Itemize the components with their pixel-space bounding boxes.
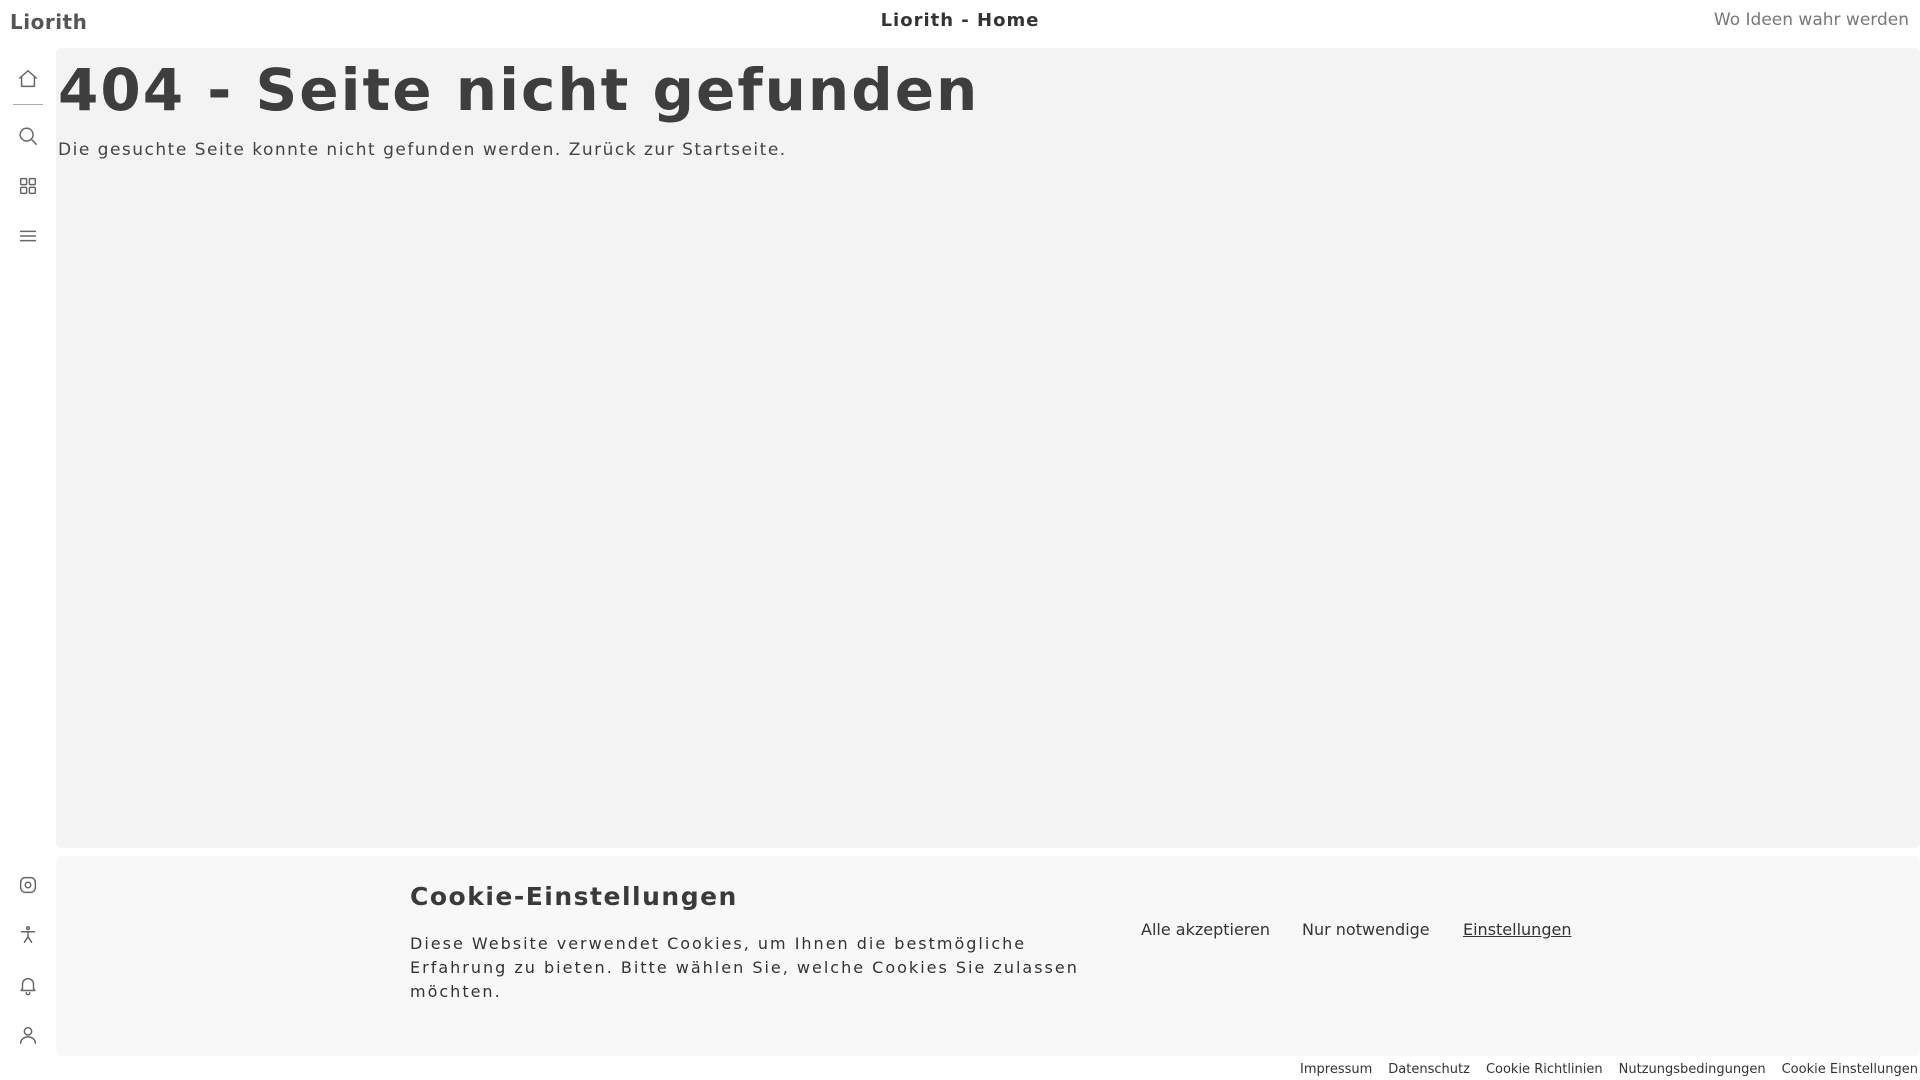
error-heading: 404 - Seite nicht gefunden	[58, 56, 980, 124]
settings-icon	[19, 876, 37, 894]
sidebar-bottom	[0, 860, 56, 1060]
sidebar-item-home[interactable]	[0, 54, 56, 104]
sidebar-top	[0, 54, 56, 261]
main-content: 404 - Seite nicht gefunden Die gesuchte …	[56, 48, 1920, 848]
bell-icon	[20, 977, 36, 996]
sidebar-item-apps[interactable]	[0, 161, 56, 211]
home-icon	[19, 70, 37, 88]
cookie-banner: Cookie-Einstellungen Diese Website verwe…	[56, 856, 1920, 1056]
sidebar-item-notifications[interactable]	[0, 960, 56, 1010]
cookie-title: Cookie-Einstellungen	[410, 882, 738, 911]
only-necessary-button[interactable]: Nur notwendige	[1302, 920, 1430, 939]
top-bar: Liorith Liorith - Home Wo Ideen wahr wer…	[0, 0, 1920, 46]
tagline: Wo Ideen wahr werden	[1713, 10, 1909, 30]
user-icon	[19, 1026, 37, 1044]
error-description: Die gesuchte Seite konnte nicht gefunden…	[58, 140, 787, 160]
sidebar-item-accessibility[interactable]	[0, 910, 56, 960]
sidebar-item-settings[interactable]	[0, 860, 56, 910]
grid-icon	[19, 177, 37, 195]
footer-link-cookie-richtlinien[interactable]: Cookie Richtlinien	[1486, 1062, 1603, 1077]
cookie-settings-button[interactable]: Einstellungen	[1463, 920, 1571, 939]
menu-icon	[19, 230, 37, 242]
footer-link-nutzungsbedingungen[interactable]: Nutzungsbedingungen	[1619, 1062, 1766, 1077]
footer-link-cookie-einstellungen[interactable]: Cookie Einstellungen	[1782, 1062, 1918, 1077]
accessibility-icon	[20, 926, 36, 944]
page-title: Liorith - Home	[880, 10, 1040, 31]
footer-link-datenschutz[interactable]: Datenschutz	[1388, 1062, 1470, 1077]
cookie-text: Diese Website verwendet Cookies, um Ihne…	[410, 934, 1079, 1001]
sidebar-item-menu[interactable]	[0, 211, 56, 261]
accept-all-button[interactable]: Alle akzeptieren	[1141, 920, 1270, 939]
sidebar-divider	[13, 104, 43, 105]
sidebar-item-search[interactable]	[0, 111, 56, 161]
footer: Impressum Datenschutz Cookie Richtlinien…	[1300, 1062, 1918, 1077]
footer-link-impressum[interactable]: Impressum	[1300, 1062, 1372, 1077]
search-icon	[19, 127, 37, 145]
sidebar-item-profile[interactable]	[0, 1010, 56, 1060]
